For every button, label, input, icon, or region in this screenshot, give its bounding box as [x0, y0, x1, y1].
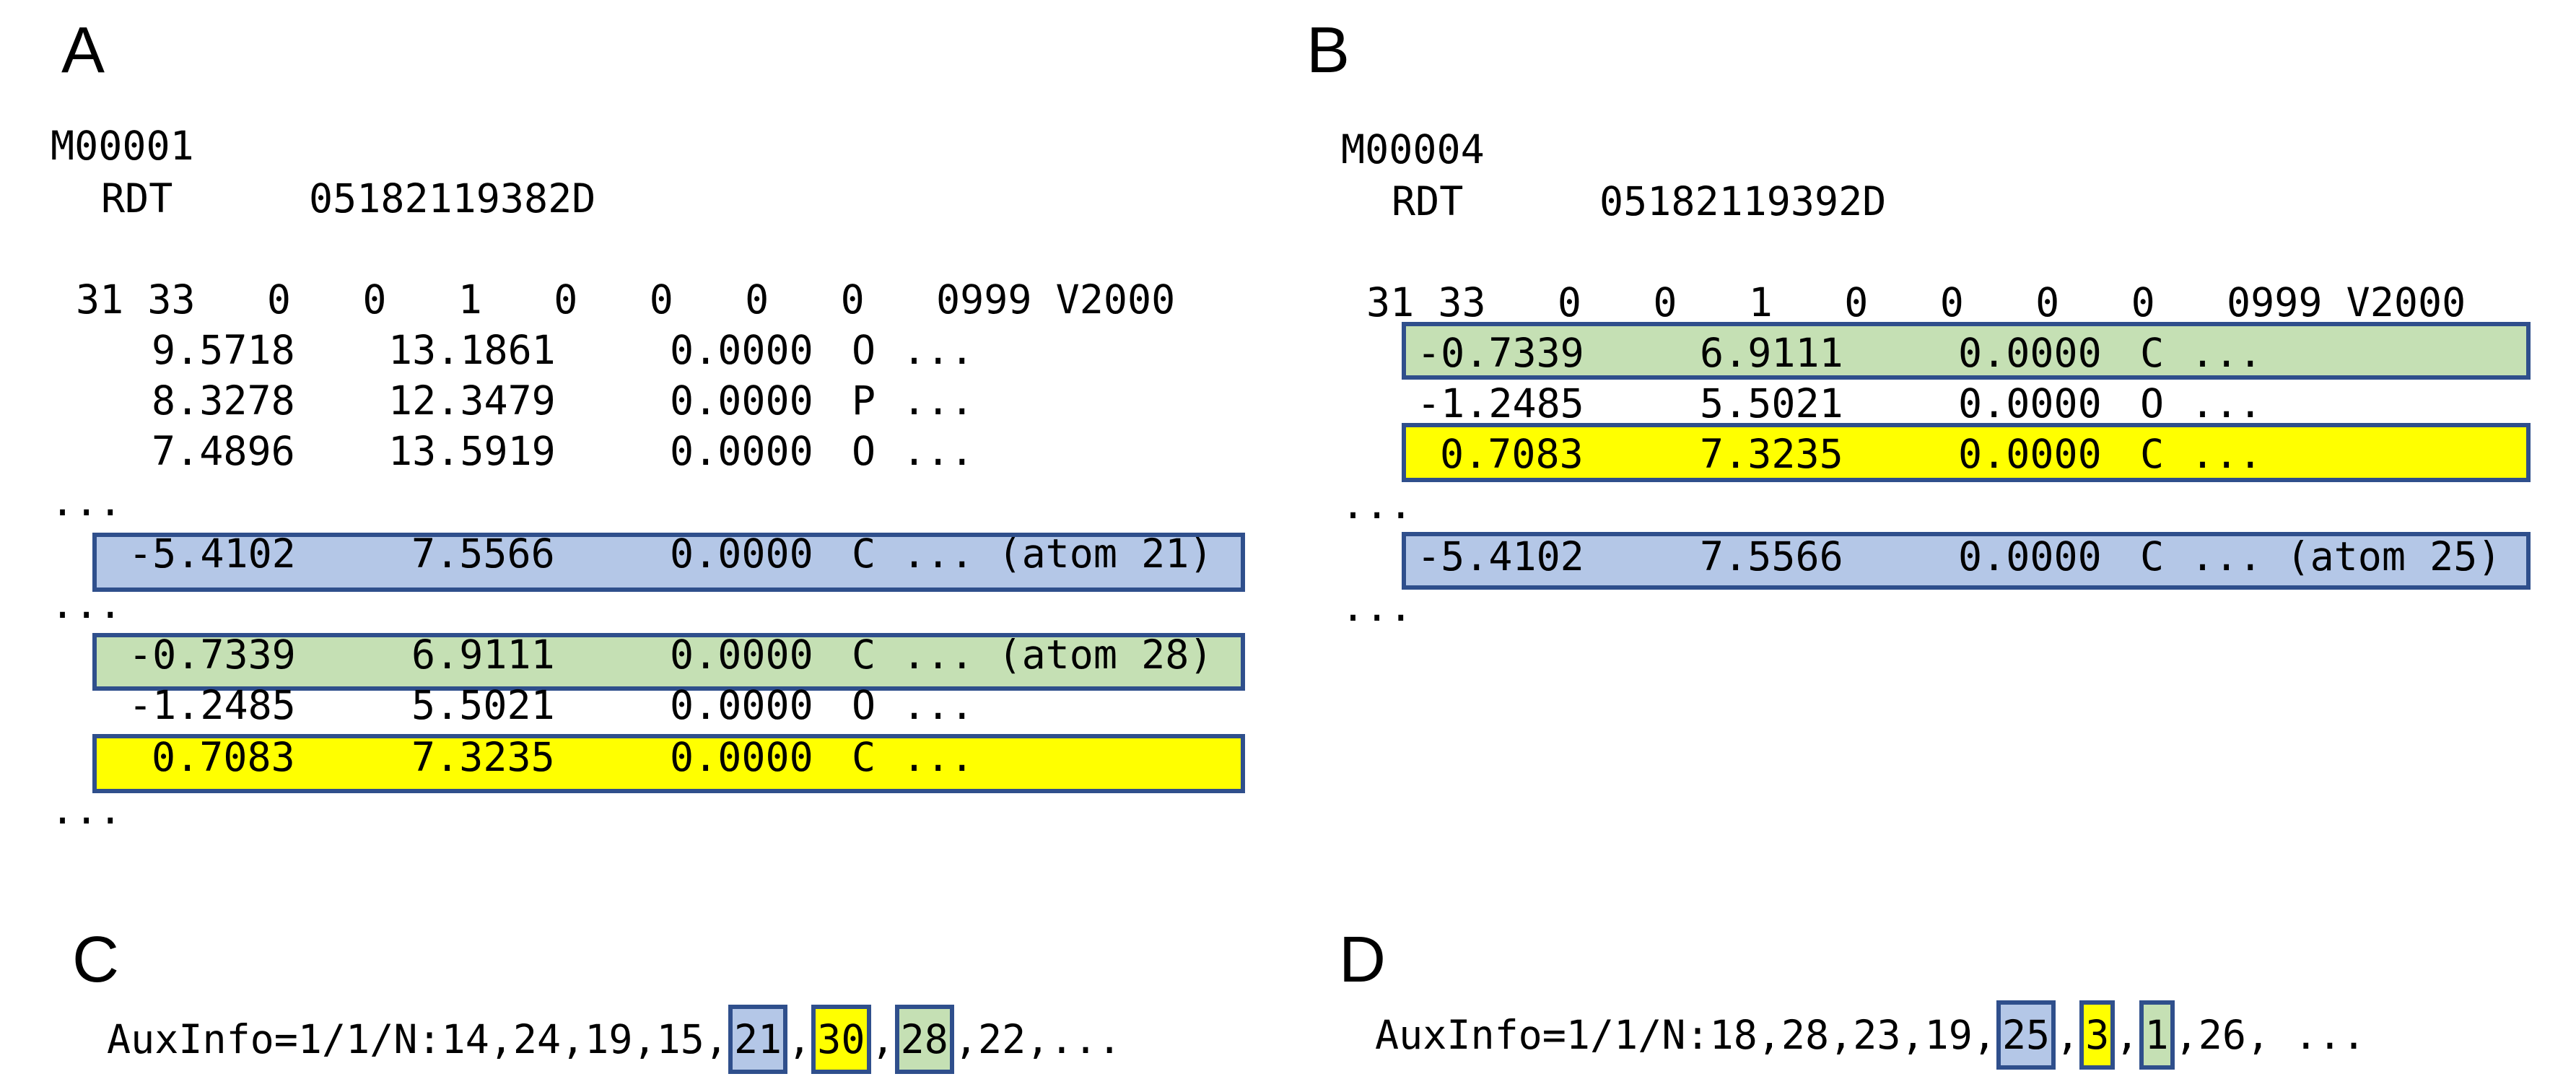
row-x: 8.3278	[152, 377, 295, 424]
row-z: 0.0000	[670, 682, 813, 728]
auxinfo-separator: ,	[2115, 1011, 2139, 1058]
row-atom: O	[852, 682, 876, 728]
row-rest: ... (atom 21)	[902, 530, 1213, 577]
row-rest: ...	[902, 327, 974, 373]
row-y: 13.5919	[388, 428, 556, 474]
row-x: -0.7339	[128, 632, 296, 678]
row-x: -1.2485	[1417, 380, 1584, 427]
row-rest: ...	[902, 734, 974, 780]
row-y: 6.9111	[411, 632, 555, 678]
auxinfo-box-blue: 25	[1996, 1000, 2056, 1070]
row-atom: P	[852, 377, 876, 424]
panel-b-rdt-value: 05182119392D	[1599, 178, 1887, 224]
row-x: 7.4896	[152, 428, 295, 474]
row-rest: ... (atom 28)	[902, 632, 1213, 678]
row-z: 0.0000	[1958, 431, 2102, 477]
row-atom: C	[852, 530, 876, 577]
row-rest: ...	[902, 682, 974, 728]
row-rest: ...	[902, 428, 974, 474]
row-z: 0.0000	[670, 734, 813, 780]
panel-a-molecule-id: M00001	[51, 123, 194, 169]
panel-a-ellipsis: ...	[51, 479, 123, 525]
panel-d-label: D	[1339, 924, 1386, 996]
row-y: 12.3479	[388, 377, 556, 424]
panel-c-label: C	[72, 924, 119, 996]
row-z: 0.0000	[1958, 330, 2102, 376]
row-atom: C	[2140, 431, 2165, 477]
row-x: -0.7339	[1417, 330, 1584, 376]
auxinfo-prefix: AuxInfo=1/1/N:18,28,23,19,	[1375, 1011, 1996, 1058]
auxinfo-prefix: AuxInfo=1/1/N:14,24,19,15,	[107, 1015, 728, 1062]
row-z: 0.0000	[1958, 533, 2102, 580]
auxinfo-box-green: 28	[894, 1005, 954, 1074]
row-atom: C	[2140, 330, 2165, 376]
auxinfo-separator: ,	[787, 1015, 812, 1062]
panel-b-rdt-label: RDT	[1392, 178, 1464, 224]
row-x: -5.4102	[1417, 533, 1584, 580]
row-y: 7.5566	[411, 530, 555, 577]
row-rest: ... (atom 25)	[2191, 533, 2502, 580]
row-atom: O	[852, 428, 876, 474]
panel-b-ellipsis: ...	[1341, 481, 1413, 528]
panel-a-label: A	[61, 14, 105, 87]
auxinfo-separator: ,	[2056, 1011, 2080, 1058]
panel-a-rdt-label: RDT	[101, 175, 173, 222]
row-x: -1.2485	[128, 682, 296, 728]
panel-d-auxinfo-line: AuxInfo=1/1/N:18,28,23,19, 25, 3, 1,26, ...	[1375, 1000, 2366, 1070]
row-z: 0.0000	[670, 377, 813, 424]
panel-b-ellipsis: ...	[1341, 584, 1413, 630]
row-atom: C	[2140, 533, 2165, 580]
row-y: 6.9111	[1700, 330, 1843, 376]
row-y: 5.5021	[1700, 380, 1843, 427]
row-rest: ...	[2191, 431, 2263, 477]
auxinfo-box-green: 1	[2139, 1000, 2175, 1070]
auxinfo-suffix: ,22,...	[953, 1015, 1122, 1062]
auxinfo-suffix: ,26, ...	[2174, 1011, 2366, 1058]
row-y: 7.5566	[1700, 533, 1843, 580]
row-z: 0.0000	[1958, 380, 2102, 427]
panel-b-molecule-id: M00004	[1341, 126, 1485, 172]
panel-a-ellipsis: ...	[51, 581, 123, 627]
auxinfo-box-yellow: 3	[2079, 1000, 2116, 1070]
row-z: 0.0000	[670, 530, 813, 577]
panel-a-ellipsis: ...	[51, 787, 123, 833]
auxinfo-separator: ,	[870, 1015, 895, 1062]
panel-a-rdt-value: 05182119382D	[309, 175, 596, 222]
panel-b-counts-line: 31 33 0 0 1 0 0 0 0 0999 V2000	[1366, 279, 2466, 326]
row-y: 13.1861	[388, 327, 556, 373]
row-y: 5.5021	[411, 682, 555, 728]
auxinfo-box-yellow: 30	[811, 1005, 871, 1074]
row-x: 0.7083	[152, 734, 295, 780]
row-z: 0.0000	[670, 632, 813, 678]
row-z: 0.0000	[670, 327, 813, 373]
row-rest: ...	[902, 377, 974, 424]
row-x: -5.4102	[128, 530, 296, 577]
auxinfo-box-blue: 21	[728, 1005, 788, 1074]
panel-a-counts-line: 31 33 0 0 1 0 0 0 0 0999 V2000	[76, 276, 1176, 323]
row-atom: C	[852, 734, 876, 780]
row-z: 0.0000	[670, 428, 813, 474]
row-x: 9.5718	[152, 327, 295, 373]
panel-c-auxinfo-line: AuxInfo=1/1/N:14,24,19,15, 21, 30, 28,22,..…	[107, 1005, 1122, 1074]
row-x: 0.7083	[1440, 431, 1584, 477]
row-atom: O	[2140, 380, 2165, 427]
row-atom: O	[852, 327, 876, 373]
row-rest: ...	[2191, 330, 2263, 376]
row-atom: C	[852, 632, 876, 678]
row-y: 7.3235	[1700, 431, 1843, 477]
panel-b-label: B	[1306, 14, 1350, 87]
row-y: 7.3235	[411, 734, 555, 780]
row-rest: ...	[2191, 380, 2263, 427]
